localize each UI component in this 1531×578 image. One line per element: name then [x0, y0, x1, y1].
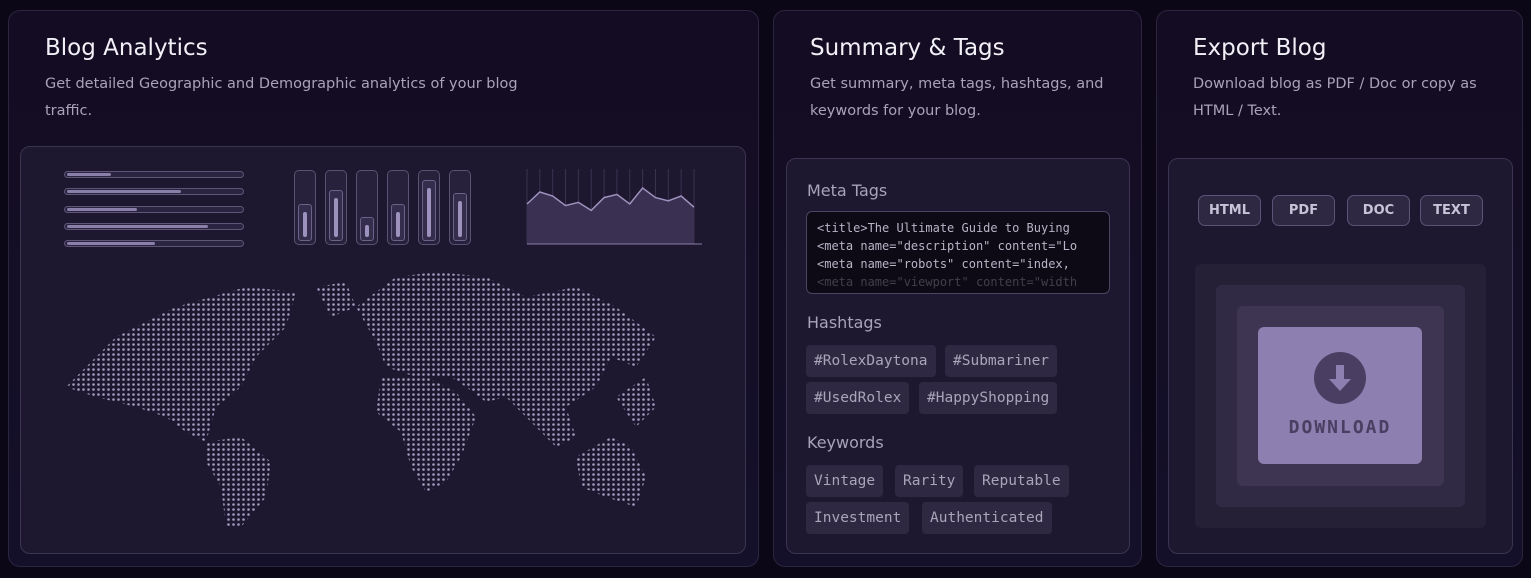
card-title: Export Blog — [1193, 35, 1327, 61]
keyword-chip[interactable]: Investment — [806, 502, 910, 534]
vertical-bar — [325, 170, 347, 245]
vertical-bar — [387, 170, 409, 245]
vertical-bar — [294, 170, 316, 245]
card-description: Get summary, meta tags, hashtags, and ke… — [810, 76, 1104, 119]
pdf-format-button[interactable]: PDF — [1272, 195, 1335, 226]
progress-bar — [64, 240, 244, 248]
download-frame: DOWNLOAD — [1195, 264, 1486, 528]
blog-analytics-card: Blog Analytics Get detailed Geographic a… — [8, 10, 759, 567]
text-format-button[interactable]: TEXT — [1420, 195, 1483, 226]
code-line: <meta name="description" content="Lo — [817, 239, 1078, 253]
progress-bar — [64, 171, 244, 178]
card-title: Blog Analytics — [45, 35, 208, 61]
keyword-chip[interactable]: Rarity — [895, 465, 964, 497]
world-map-dots — [66, 272, 656, 527]
export-blog-card: Export Blog Download blog as PDF / Doc o… — [1156, 10, 1523, 567]
hashtag-chip[interactable]: #RolexDaytona — [806, 345, 936, 377]
keyword-chip[interactable]: Reputable — [974, 465, 1069, 497]
progress-bar — [64, 205, 244, 213]
download-button[interactable]: DOWNLOAD — [1258, 327, 1422, 464]
summary-preview: Meta Tags <title>The Ultimate Guide to B… — [786, 158, 1130, 554]
card-title: Summary & Tags — [810, 35, 1005, 61]
doc-format-button[interactable]: DOC — [1347, 195, 1410, 226]
keyword-chip[interactable]: Vintage — [806, 465, 884, 497]
html-format-button[interactable]: HTML — [1198, 195, 1261, 226]
vertical-bar — [356, 170, 378, 245]
vertical-bar — [418, 170, 440, 245]
hashtag-chip[interactable]: #HappyShopping — [919, 382, 1058, 414]
export-preview: HTML PDF DOC TEXT DOWNLOAD — [1168, 158, 1513, 554]
hashtag-chip[interactable]: #Submariner — [945, 345, 1058, 377]
summary-tags-card: Summary & Tags Get summary, meta tags, h… — [773, 10, 1142, 567]
progress-bar — [64, 188, 244, 196]
code-line: <title>The Ultimate Guide to Buying — [817, 221, 1070, 235]
card-description: Get detailed Geographic and Demographic … — [45, 76, 518, 119]
keywords-label: Keywords — [807, 433, 884, 452]
progress-bar — [64, 222, 244, 230]
analytics-preview — [20, 146, 746, 554]
download-label: DOWNLOAD — [1288, 417, 1392, 438]
hashtag-chip[interactable]: #UsedRolex — [806, 382, 910, 414]
code-line: <meta name="robots" content="index, — [817, 257, 1070, 271]
keyword-chip[interactable]: Authenticated — [922, 502, 1052, 534]
code-line: <meta name="viewport" content="width — [817, 275, 1078, 289]
hashtags-label: Hashtags — [807, 313, 882, 332]
vertical-bar — [449, 170, 471, 245]
meta-tags-code[interactable]: <title>The Ultimate Guide to Buying <met… — [806, 211, 1110, 294]
meta-tags-label: Meta Tags — [807, 181, 888, 200]
traffic-line-chart — [526, 169, 702, 245]
download-arrow-icon — [1314, 352, 1366, 404]
card-description: Download blog as PDF / Doc or copy as HT… — [1193, 76, 1477, 119]
